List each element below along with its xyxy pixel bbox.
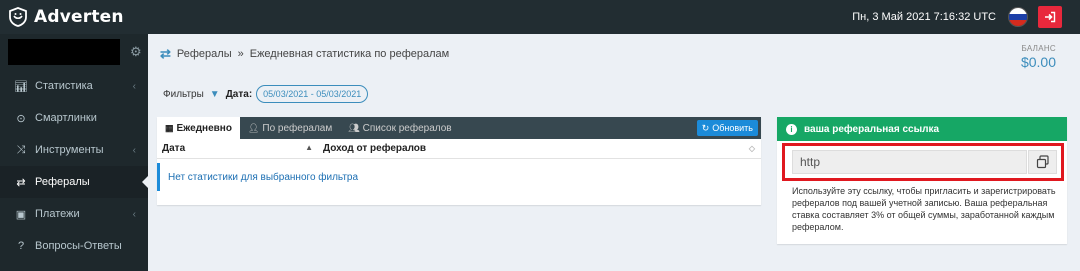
gear-icon[interactable]: ⚙ <box>130 44 142 60</box>
server-datetime: Пн, 3 Май 2021 7:16:32 UTC <box>852 11 996 23</box>
sidebar-item-label: Рефералы <box>35 176 90 188</box>
sidebar-item-label: Платежи <box>35 208 80 220</box>
sidebar-item-5[interactable]: ? Вопросы-Ответы <box>0 230 148 262</box>
breadcrumb-section[interactable]: Рефералы <box>177 48 232 60</box>
referral-header-text: ваша реферальная ссылка <box>804 123 940 135</box>
breadcrumb: ⇄ Рефералы » Ежедневная статистика по ре… <box>160 46 449 62</box>
sidebar-item-3[interactable]: ⇄ Рефералы <box>0 166 149 198</box>
sidebar-item-label: Вопросы-Ответы <box>35 240 122 252</box>
brand[interactable]: Adverten <box>0 0 148 34</box>
compass-icon: ⊙ <box>16 112 26 125</box>
logo-icon <box>8 7 28 27</box>
calendar-icon: ▦ <box>165 122 174 133</box>
chevron-left-icon: ‹ <box>132 80 136 92</box>
filters-toggle[interactable]: Фильтры <box>163 89 204 100</box>
column-date[interactable]: Дата ▲ <box>157 143 317 154</box>
redacted-user-name <box>8 39 120 65</box>
table-header: Дата ▲ Доход от рефералов ◇ <box>157 139 761 159</box>
page-title: Ежедневная статистика по рефералам <box>249 48 450 60</box>
tab-daily[interactable]: ▦ Ежедневно <box>157 117 240 139</box>
refresh-icon: ↻ <box>701 122 710 133</box>
date-label: Дата: <box>225 88 253 100</box>
sidebar-item-0[interactable]: 📊︎ Статистика ‹ <box>0 70 148 102</box>
copy-button[interactable] <box>1028 150 1057 174</box>
russian-flag-icon[interactable] <box>1008 7 1028 27</box>
balance-label: БАЛАНС <box>1021 44 1056 53</box>
info-icon: i <box>786 123 797 135</box>
referral-link-panel: i ваша реферальная ссылка http Используй… <box>777 117 1067 244</box>
column-label: Дата <box>162 143 186 154</box>
stats-panel: ▦ Ежедневно 👤︎ По рефералам 👥︎ Список ре… <box>157 117 761 205</box>
column-label: Доход от рефералов <box>323 143 427 154</box>
sidebar-item-label: Смартлинки <box>35 112 97 124</box>
active-indicator <box>142 175 149 189</box>
sort-icon: ◇ <box>748 144 755 153</box>
chevron-left-icon: ‹ <box>132 144 136 156</box>
tab-label: Список рефералов <box>362 122 452 134</box>
breadcrumb-separator: » <box>237 48 244 60</box>
empty-state-message: Нет статистики для выбранного фильтра <box>157 163 761 191</box>
logout-button[interactable] <box>1038 6 1062 28</box>
balance-value: $0.00 <box>1020 54 1056 70</box>
sidebar-item-label: Инструменты <box>35 144 104 156</box>
sidebar-item-1[interactable]: ⊙ Смартлинки <box>0 102 148 134</box>
referral-link-header: i ваша реферальная ссылка <box>777 117 1067 141</box>
bar-chart-icon: 📊︎ <box>14 80 28 93</box>
user-panel: ⚙ <box>0 34 148 70</box>
sidebar-item-2[interactable]: ⤨ Инструменты ‹ <box>0 134 148 166</box>
shuffle-icon: ⤨ <box>16 143 26 156</box>
exchange-icon: ⇄ <box>160 46 171 61</box>
filters-bar: Фильтры ▼ Дата: 05/03/2021 - 05/03/2021 <box>163 85 369 103</box>
column-income[interactable]: Доход от рефералов <box>317 143 426 154</box>
sidebar-item-label: Статистика <box>35 80 93 92</box>
sign-out-icon <box>1045 11 1056 23</box>
exchange-icon: ⇄ <box>16 176 26 189</box>
referral-link-input[interactable]: http <box>792 150 1027 174</box>
tab-label: По рефералам <box>262 122 333 134</box>
refresh-button[interactable]: ↻ Обновить <box>696 120 758 136</box>
brand-name: Adverten <box>34 7 124 27</box>
refresh-label: Обновить <box>712 123 753 133</box>
balance: БАЛАНС $0.00 <box>1021 44 1056 70</box>
tab-by-referrals[interactable]: 👤︎ По рефералам <box>240 117 340 139</box>
stats-tabs: ▦ Ежедневно 👤︎ По рефералам 👥︎ Список ре… <box>157 117 761 139</box>
referral-note: Используйте эту ссылку, чтобы пригласить… <box>792 186 1056 232</box>
person-icon: 👤︎ <box>247 122 260 133</box>
tab-referral-list[interactable]: 👥︎ Список рефералов <box>340 117 459 139</box>
caret-down-icon[interactable]: ▼ <box>210 89 220 100</box>
copy-icon <box>1036 155 1049 169</box>
money-icon: ▣ <box>15 208 27 221</box>
top-bar: Adverten Пн, 3 Май 2021 7:16:32 UTC <box>0 0 1080 34</box>
users-icon: 👥︎ <box>348 122 360 133</box>
tab-label: Ежедневно <box>176 122 232 134</box>
sidebar-item-4[interactable]: ▣ Платежи ‹ <box>0 198 148 230</box>
highlight-frame: http <box>782 143 1064 181</box>
date-range-picker[interactable]: 05/03/2021 - 05/03/2021 <box>256 85 369 103</box>
sidebar: ⚙ 📊︎ Статистика ‹ ⊙ Смартлинки ⤨ Инструменты ‹ ⇄… <box>0 34 149 271</box>
question-icon: ? <box>17 240 25 252</box>
sort-asc-icon: ▲ <box>305 143 313 152</box>
chevron-left-icon: ‹ <box>132 208 136 220</box>
